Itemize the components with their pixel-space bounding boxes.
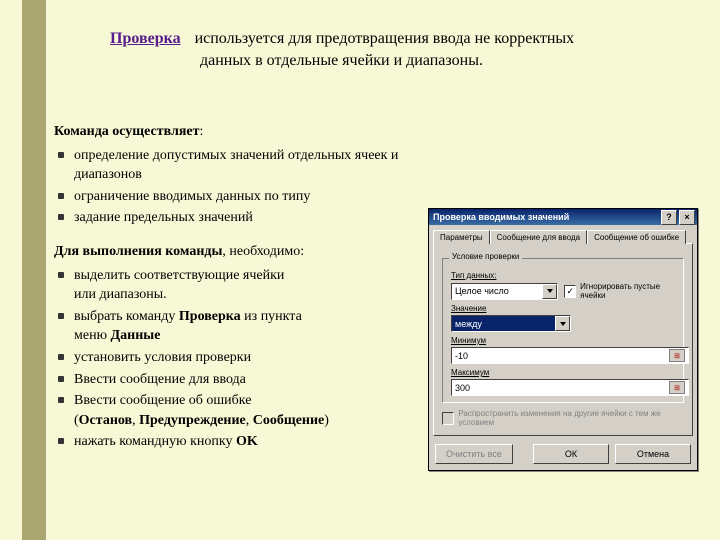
list-item: Ввести сообщение для ввода: [54, 370, 434, 390]
ok-button[interactable]: ОК: [533, 444, 609, 464]
header-block: Проверка используется для предотвращения…: [110, 28, 670, 71]
list-item: определение допустимых значений отдельны…: [54, 146, 434, 185]
range-picker-icon[interactable]: ⊞: [669, 381, 685, 394]
type-combo[interactable]: Целое число: [451, 283, 558, 300]
dialog-tabs: Параметры Сообщение для ввода Сообщение …: [429, 225, 697, 243]
help-button[interactable]: ?: [661, 210, 677, 225]
dialog-titlebar[interactable]: Проверка вводимых значений ? ×: [429, 209, 697, 225]
content-block: Команда осуществляет: определение допуст…: [54, 122, 434, 466]
section1-list: определение допустимых значений отдельны…: [54, 146, 434, 228]
type-label: Тип данных:: [451, 271, 675, 280]
list-item: ограничение вводимых данных по типу: [54, 187, 434, 207]
decorative-sidebar: [22, 0, 46, 540]
chevron-down-icon: [555, 316, 570, 331]
tab-error-message[interactable]: Сообщение об ошибке: [587, 230, 686, 244]
max-input[interactable]: 300⊞: [451, 379, 689, 396]
list-item: Ввести сообщение об ошибке(Останов, Пред…: [54, 391, 434, 430]
max-label: Максимум: [451, 368, 675, 377]
dialog-title: Проверка вводимых значений: [433, 212, 659, 222]
section2-list: выделить соответствующие ячейкиили диапа…: [54, 266, 434, 452]
min-input[interactable]: -10⊞: [451, 347, 689, 364]
list-item: задание предельных значений: [54, 208, 434, 228]
tab-parameters[interactable]: Параметры: [433, 230, 490, 244]
list-item: установить условия проверки: [54, 348, 434, 368]
section1-lead: Команда осуществляет:: [54, 122, 434, 142]
range-picker-icon[interactable]: ⊞: [669, 349, 685, 362]
dialog-panel: Условие проверки Тип данных: Целое число…: [433, 243, 693, 436]
dialog-buttons: Очистить все ОК Отмена: [429, 440, 697, 470]
close-button[interactable]: ×: [679, 210, 695, 225]
chevron-down-icon: [542, 284, 557, 299]
header-desc-2: данных в отдельные ячейки и диапазоны.: [200, 52, 483, 69]
tab-input-message[interactable]: Сообщение для ввода: [490, 230, 587, 244]
condition-label: Значение: [451, 304, 675, 313]
section2-lead: Для выполнения команды, необходимо:: [54, 242, 434, 262]
condition-combo[interactable]: между: [451, 315, 571, 332]
list-item: выбрать команду Проверка из пунктаменю Д…: [54, 307, 434, 346]
clear-all-button[interactable]: Очистить все: [435, 444, 513, 464]
list-item: выделить соответствующие ячейкиили диапа…: [54, 266, 434, 305]
min-label: Минимум: [451, 336, 675, 345]
list-item: нажать командную кнопку OK: [54, 432, 434, 452]
ignore-blank-checkbox[interactable]: ✓Игнорировать пустые ячейки: [564, 282, 675, 300]
page-title: Проверка: [110, 30, 181, 47]
spread-checkbox: Распространить изменения на другие ячейк…: [442, 409, 684, 427]
cancel-button[interactable]: Отмена: [615, 444, 691, 464]
header-desc-1: используется для предотвращения ввода не…: [195, 30, 575, 47]
group-caption: Условие проверки: [449, 252, 522, 261]
validation-dialog: Проверка вводимых значений ? × Параметры…: [428, 208, 698, 471]
criteria-group: Условие проверки Тип данных: Целое число…: [442, 258, 684, 403]
